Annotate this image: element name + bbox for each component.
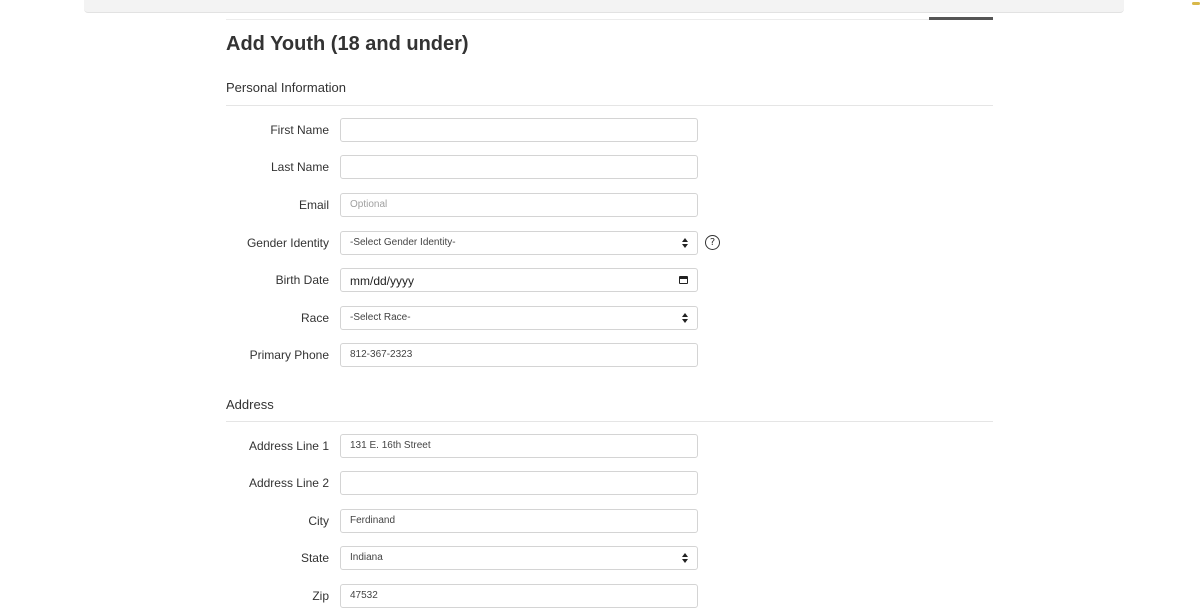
corner-indicator	[1192, 2, 1200, 5]
zip-input[interactable]: 47532	[340, 584, 698, 608]
section-divider-address	[226, 421, 993, 422]
select-arrows-icon	[681, 237, 689, 249]
last-name-input[interactable]	[340, 155, 698, 179]
section-title-address: Address	[226, 397, 274, 412]
address-line2-row: Address Line 2	[226, 471, 993, 497]
select-arrows-icon	[681, 312, 689, 324]
birth-date-input[interactable]: mm/dd/yyyy	[340, 268, 698, 292]
state-select[interactable]: Indiana	[340, 546, 698, 570]
gender-identity-label: Gender Identity	[246, 236, 329, 250]
primary-phone-row: Primary Phone 812-367-2323	[226, 343, 993, 369]
city-row: City Ferdinand	[226, 509, 993, 535]
address-line1-row: Address Line 1 131 E. 16th Street	[226, 434, 993, 460]
city-value: Ferdinand	[350, 515, 396, 526]
email-row: Email Optional	[226, 193, 993, 219]
race-label: Race	[300, 311, 329, 325]
birth-date-row: Birth Date mm/dd/yyyy	[226, 268, 993, 294]
select-arrows-icon	[681, 552, 689, 564]
first-name-input[interactable]	[340, 118, 698, 142]
email-label: Email	[298, 198, 329, 212]
top-divider	[226, 19, 993, 20]
email-placeholder: Optional	[350, 199, 388, 210]
gender-identity-select[interactable]: -Select Gender Identity-	[340, 231, 698, 255]
gender-identity-selected: -Select Gender Identity-	[350, 237, 456, 248]
calendar-icon[interactable]	[679, 276, 688, 284]
last-name-row: Last Name	[226, 155, 993, 181]
question-circle-icon[interactable]: ?	[705, 235, 720, 250]
birth-date-value: mm/dd/yyyy	[350, 274, 415, 288]
primary-phone-input[interactable]: 812-367-2323	[340, 343, 698, 367]
gender-identity-row: Gender Identity -Select Gender Identity-…	[226, 231, 993, 257]
primary-phone-label: Primary Phone	[249, 348, 329, 362]
address-line1-value: 131 E. 16th Street	[350, 440, 431, 451]
state-selected: Indiana	[350, 552, 383, 563]
city-label: City	[308, 514, 329, 528]
race-selected: -Select Race-	[350, 312, 411, 323]
race-select[interactable]: -Select Race-	[340, 306, 698, 330]
section-title-personal: Personal Information	[226, 80, 346, 95]
address-line1-label: Address Line 1	[248, 439, 329, 453]
section-divider-personal	[226, 105, 993, 106]
address-line2-input[interactable]	[340, 471, 698, 495]
address-line2-label: Address Line 2	[248, 476, 329, 490]
race-row: Race -Select Race-	[226, 306, 993, 332]
city-input[interactable]: Ferdinand	[340, 509, 698, 533]
primary-phone-value: 812-367-2323	[350, 349, 413, 360]
zip-label: Zip	[312, 589, 329, 603]
top-tab-indicator	[929, 17, 993, 20]
last-name-label: Last Name	[270, 160, 329, 174]
zip-value: 47532	[350, 590, 378, 601]
first-name-label: First Name	[270, 123, 329, 137]
address-line1-input[interactable]: 131 E. 16th Street	[340, 434, 698, 458]
email-input[interactable]: Optional	[340, 193, 698, 217]
top-bar	[84, 0, 1124, 13]
zip-row: Zip 47532	[226, 584, 993, 610]
state-row: State Indiana	[226, 546, 993, 572]
birth-date-label: Birth Date	[275, 273, 329, 287]
state-label: State	[300, 551, 329, 565]
page-title: Add Youth (18 and under)	[226, 33, 469, 55]
first-name-row: First Name	[226, 118, 993, 144]
